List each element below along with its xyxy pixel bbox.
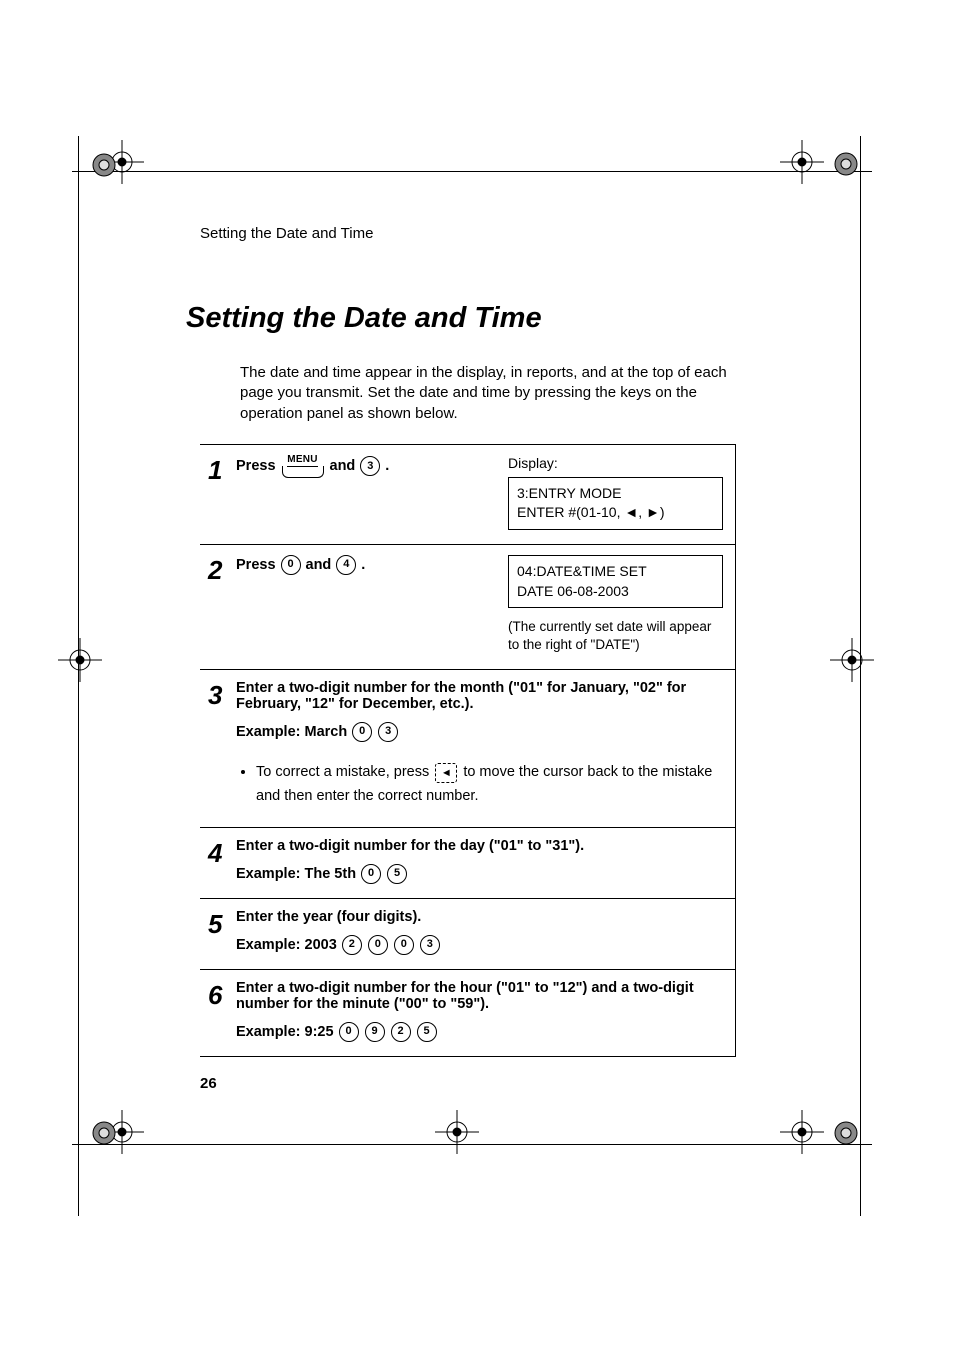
display-line-2: DATE 06-08-2003 [517, 582, 714, 602]
key-9-icon: 9 [365, 1022, 385, 1042]
step-text: Enter a two-digit number for the month (… [236, 680, 686, 712]
left-arrow-key-icon: ◄ [435, 763, 457, 783]
key-0-icon: 0 [368, 935, 388, 955]
corner-ball-icon [834, 1121, 858, 1145]
key-0-icon: 0 [394, 935, 414, 955]
page-content: Setting the Date and Time Setting the Da… [200, 225, 745, 1057]
step-body: Enter a two-digit number for the hour ("… [236, 980, 723, 1042]
display-readout: 3:ENTRY MODE ENTER #(01-10, ◄, ►) [508, 477, 723, 530]
corner-ball-icon [92, 1121, 116, 1145]
page-number: 26 [200, 1075, 217, 1092]
and-label: and [306, 557, 332, 573]
registration-mark-icon [435, 1110, 479, 1154]
menu-key-label: MENU [287, 455, 318, 467]
key-0-icon: 0 [339, 1022, 359, 1042]
key-5-icon: 5 [387, 864, 407, 884]
step-number: 2 [208, 555, 236, 655]
step-number: 1 [208, 455, 236, 530]
bullet-correct-mistake: To correct a mistake, press ◄ to move th… [256, 760, 723, 809]
key-0-icon: 0 [361, 864, 381, 884]
step-body: Enter the year (four digits). Example: 2… [236, 909, 723, 955]
key-2-icon: 2 [391, 1022, 411, 1042]
step-text: Enter a two-digit number for the hour ("… [236, 980, 694, 1012]
period: . [385, 458, 389, 474]
period: . [361, 557, 365, 573]
corner-ball-icon [92, 153, 116, 177]
display-note: (The currently set date will appear to t… [508, 618, 723, 654]
registration-mark-icon [58, 638, 102, 682]
press-label: Press [236, 458, 276, 474]
right-arrow-icon: ► [646, 504, 660, 520]
crop-line-top [72, 171, 872, 172]
section-title: Setting the Date and Time [186, 302, 745, 335]
key-0-icon: 0 [352, 722, 372, 742]
display-line-2a: ENTER #(01-10, [517, 504, 624, 520]
key-2-icon: 2 [342, 935, 362, 955]
registration-mark-icon [830, 638, 874, 682]
left-arrow-icon: ◄ [624, 504, 638, 520]
step-1: 1 Press MENU and 3 . Display: 3:ENTRY MO… [200, 445, 735, 545]
step-4: 4 Enter a two-digit number for the day (… [200, 828, 735, 899]
step-number: 3 [208, 680, 236, 813]
corner-ball-icon [834, 152, 858, 176]
press-label: Press [236, 557, 276, 573]
step-6: 6 Enter a two-digit number for the hour … [200, 970, 735, 1057]
example-label: Example: 2003 [236, 937, 337, 953]
step-body: Press 0 and 4 . [236, 555, 496, 655]
step-5: 5 Enter the year (four digits). Example:… [200, 899, 735, 970]
and-label: and [330, 458, 356, 474]
registration-mark-icon [780, 140, 824, 184]
key-3-icon: 3 [360, 456, 380, 476]
display-line-1: 3:ENTRY MODE [517, 484, 714, 504]
step-3: 3 Enter a two-digit number for the month… [200, 670, 735, 828]
display-line-1: 04:DATE&TIME SET [517, 562, 714, 582]
display-readout: 04:DATE&TIME SET DATE 06-08-2003 [508, 555, 723, 608]
registration-mark-icon [780, 1110, 824, 1154]
step-2: 2 Press 0 and 4 . 04:DATE&TIME SET DATE … [200, 545, 735, 670]
key-4-icon: 4 [336, 555, 356, 575]
step-body: Enter a two-digit number for the day ("0… [236, 838, 723, 884]
running-head: Setting the Date and Time [200, 225, 745, 242]
example-label: Example: 9:25 [236, 1024, 334, 1040]
example-label: Example: March [236, 724, 347, 740]
step-number: 6 [208, 980, 236, 1042]
step-body: Press MENU and 3 . [236, 455, 496, 530]
display-line-2: ENTER #(01-10, ◄, ►) [517, 503, 714, 523]
steps-table: 1 Press MENU and 3 . Display: 3:ENTRY MO… [200, 444, 736, 1057]
intro-paragraph: The date and time appear in the display,… [240, 363, 745, 424]
key-3-icon: 3 [420, 935, 440, 955]
key-5-icon: 5 [417, 1022, 437, 1042]
step-number: 4 [208, 838, 236, 884]
bullet-text-a: To correct a mistake, press [256, 764, 433, 780]
step-text: Enter the year (four digits). [236, 909, 421, 925]
key-0-icon: 0 [281, 555, 301, 575]
key-3-icon: 3 [378, 722, 398, 742]
display-label: Display: [508, 455, 723, 471]
step-number: 5 [208, 909, 236, 955]
display-line-2b: ) [660, 504, 665, 520]
step-body: Enter a two-digit number for the month (… [236, 680, 723, 813]
menu-key-shape [282, 466, 324, 478]
example-label: Example: The 5th [236, 866, 356, 882]
menu-key-icon: MENU [282, 455, 324, 478]
step-text: Enter a two-digit number for the day ("0… [236, 838, 584, 854]
